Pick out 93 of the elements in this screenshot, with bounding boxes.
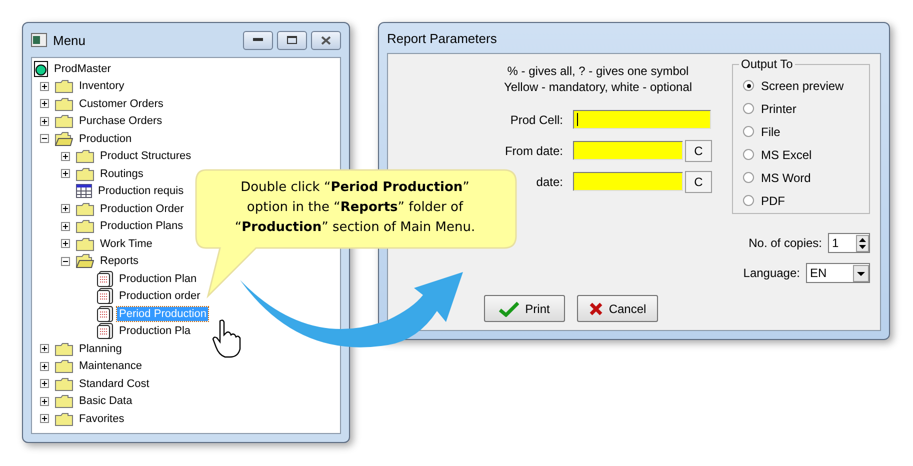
tree-item[interactable]: Production Plan xyxy=(117,272,199,286)
language-dropdown[interactable]: EN xyxy=(806,263,870,283)
folder-icon xyxy=(76,149,94,164)
folder-icon xyxy=(76,236,94,251)
close-icon xyxy=(321,36,331,44)
tree-item[interactable]: Production Pla xyxy=(117,324,193,338)
expand-icon[interactable] xyxy=(40,99,49,108)
input-field[interactable] xyxy=(573,141,683,160)
folder-icon xyxy=(55,412,73,426)
expand-icon[interactable] xyxy=(40,396,49,406)
folder-icon xyxy=(55,394,73,408)
report-icon xyxy=(97,306,113,322)
expand-icon[interactable] xyxy=(40,344,49,354)
expand-icon[interactable] xyxy=(61,152,70,161)
folder-icon xyxy=(76,202,94,216)
collapse-icon[interactable] xyxy=(40,134,49,144)
radio-option[interactable]: MS Word xyxy=(743,166,869,189)
tree-item[interactable]: Routings xyxy=(98,166,146,181)
tree-item[interactable]: Production Plans xyxy=(98,219,186,234)
tree-item[interactable]: Production Order xyxy=(98,202,186,216)
radio-option[interactable]: Printer xyxy=(743,97,869,120)
report-icon xyxy=(97,323,113,340)
field-label: From date: xyxy=(504,144,563,158)
folder-icon xyxy=(55,359,73,374)
open-folder-icon xyxy=(55,132,73,146)
callout-text: Double click “Period Production” option in the “Reports” folder of “Production” section of Main Menu. xyxy=(234,179,476,237)
folder-icon xyxy=(55,376,73,391)
expand-icon[interactable] xyxy=(61,169,70,178)
maximize-icon xyxy=(287,36,297,44)
table-icon xyxy=(76,184,92,198)
tree-item[interactable]: Production order xyxy=(117,289,202,304)
language-label: Language: xyxy=(743,266,800,280)
calendar-button[interactable]: C xyxy=(685,170,712,192)
radio-option[interactable]: PDF xyxy=(743,189,869,212)
tree-item[interactable]: Work Time xyxy=(98,236,154,251)
report-icon xyxy=(97,288,113,304)
window-title: Menu xyxy=(53,32,86,48)
expand-icon[interactable] xyxy=(61,239,70,248)
hand-cursor-icon xyxy=(212,319,242,359)
checkmark-icon xyxy=(499,300,520,316)
maximize-button[interactable] xyxy=(277,30,307,50)
tree-item[interactable]: Basic Data xyxy=(77,394,134,408)
hint-text: Yellow - mandatory, white - optional xyxy=(504,80,692,94)
expand-icon[interactable] xyxy=(40,379,49,388)
x-icon xyxy=(588,302,603,316)
input-field[interactable] xyxy=(573,110,711,129)
folder-icon xyxy=(76,166,94,181)
expand-icon[interactable] xyxy=(40,82,49,91)
report-icon xyxy=(97,270,113,287)
radio-option[interactable]: File xyxy=(743,120,869,143)
radio-option[interactable]: Screen preview xyxy=(743,74,869,97)
expand-icon[interactable] xyxy=(40,362,49,371)
calendar-button[interactable]: C xyxy=(685,140,712,162)
folder-icon xyxy=(55,96,73,111)
field-label: Prod Cell: xyxy=(510,112,563,126)
expand-icon[interactable] xyxy=(61,222,70,231)
copies-spinner[interactable]: 1 xyxy=(828,233,870,253)
minimize-button[interactable] xyxy=(243,30,273,50)
hint-text: % - gives all, ? - gives one symbol xyxy=(507,64,689,78)
print-button[interactable]: Print xyxy=(484,295,565,322)
open-folder-icon xyxy=(76,254,94,268)
expand-icon[interactable] xyxy=(61,204,70,214)
tree-item[interactable]: Production xyxy=(77,132,134,146)
radio-option[interactable]: MS Excel xyxy=(743,143,869,166)
spin-arrows-icon[interactable] xyxy=(856,234,869,252)
tree-item[interactable]: Product Structures xyxy=(98,149,194,164)
app-icon xyxy=(31,33,47,47)
field-label: date: xyxy=(536,174,563,188)
expand-icon[interactable] xyxy=(40,116,49,126)
tree-item[interactable]: Production requis xyxy=(96,184,186,198)
input-field[interactable] xyxy=(573,172,683,191)
tree-item[interactable]: Purchase Orders xyxy=(77,114,164,128)
tree-item[interactable]: Favorites xyxy=(77,412,126,426)
folder-icon xyxy=(76,219,94,234)
folder-icon xyxy=(55,342,73,356)
cancel-button[interactable]: Cancel xyxy=(577,295,658,322)
tree-item[interactable]: Planning xyxy=(77,342,124,356)
tree-item[interactable]: Customer Orders xyxy=(77,96,166,111)
root-icon xyxy=(34,60,48,77)
folder-icon xyxy=(55,79,73,94)
group-title: Output To xyxy=(739,57,795,71)
close-button[interactable] xyxy=(311,30,341,50)
minimize-icon xyxy=(253,38,263,42)
tree-item[interactable]: ProdMaster xyxy=(52,62,113,76)
folder-icon xyxy=(55,114,73,128)
tree-item[interactable]: Reports xyxy=(98,254,141,268)
tree-item[interactable]: Maintenance xyxy=(77,359,144,374)
collapse-icon[interactable] xyxy=(61,256,70,266)
tree-item[interactable]: Standard Cost xyxy=(77,376,152,391)
expand-icon[interactable] xyxy=(40,414,49,424)
tree-item[interactable]: Inventory xyxy=(77,79,126,94)
copies-label: No. of copies: xyxy=(748,236,822,250)
window-title: Report Parameters xyxy=(387,30,497,46)
